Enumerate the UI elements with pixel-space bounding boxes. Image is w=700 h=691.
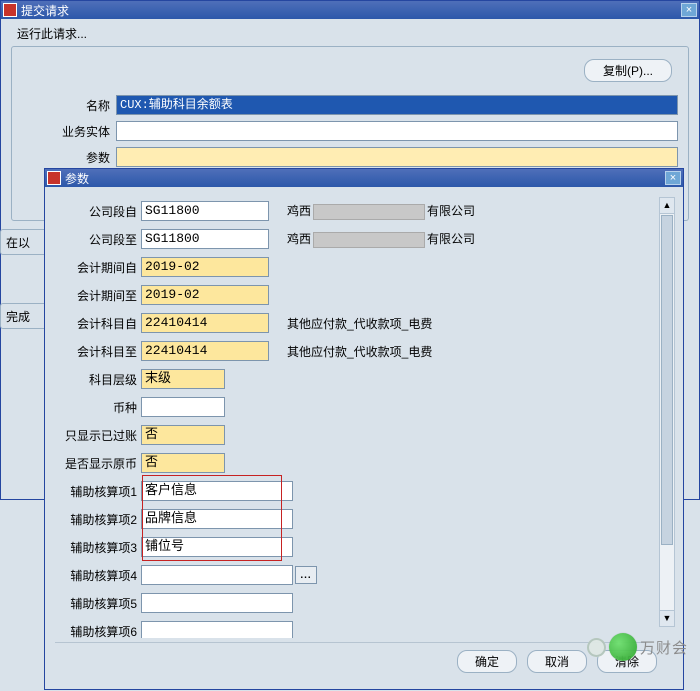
scrollbar-thumb[interactable]	[661, 215, 673, 545]
params-input[interactable]	[116, 147, 678, 167]
comp-from-desc: 鸡西有限公司	[287, 202, 475, 220]
entity-input[interactable]	[116, 121, 678, 141]
origcurr-input[interactable]: 否	[141, 453, 225, 473]
comp-from-input[interactable]: SG11800	[141, 201, 269, 221]
name-input[interactable]: CUX:辅助科目余额表	[116, 95, 678, 115]
ok-button[interactable]: 确定	[457, 650, 517, 673]
aux1-input[interactable]: 客户信息	[141, 481, 293, 501]
close-icon[interactable]: ×	[665, 171, 681, 185]
aux6-input[interactable]	[141, 621, 293, 638]
watermark-icon	[609, 633, 637, 661]
watermark-icon	[587, 638, 606, 657]
scroll-down-icon[interactable]: ▼	[660, 610, 674, 626]
acct-to-desc: 其他应付款_代收款项_电费	[287, 343, 432, 360]
vertical-scrollbar[interactable]: ▲ ▼	[659, 197, 675, 627]
aux5-label: 辅助核算项5	[55, 595, 141, 612]
scroll-up-icon[interactable]: ▲	[660, 198, 674, 214]
comp-from-label: 公司段自	[55, 203, 141, 220]
name-label: 名称	[22, 97, 116, 114]
window-title: 提交请求	[21, 2, 69, 19]
oracle-icon	[47, 171, 61, 185]
side-stub-1: 在以	[0, 229, 45, 255]
entity-label: 业务实体	[22, 123, 116, 140]
acct-from-label: 会计科目自	[55, 315, 141, 332]
posted-input[interactable]: 否	[141, 425, 225, 445]
level-input[interactable]: 末级	[141, 369, 225, 389]
aux5-input[interactable]	[141, 593, 293, 613]
period-from-input[interactable]: 2019-02	[141, 257, 269, 277]
aux2-label: 辅助核算项2	[55, 511, 141, 528]
side-stub-2: 完成	[0, 303, 45, 329]
level-label: 科目层级	[55, 371, 141, 388]
cancel-button[interactable]: 取消	[527, 650, 587, 673]
comp-to-input[interactable]: SG11800	[141, 229, 269, 249]
aux4-label: 辅助核算项4	[55, 567, 141, 584]
aux3-input[interactable]: 铺位号	[141, 537, 293, 557]
posted-label: 只显示已过账	[55, 427, 141, 444]
close-icon[interactable]: ×	[681, 3, 697, 17]
period-to-label: 会计期间至	[55, 287, 141, 304]
period-to-input[interactable]: 2019-02	[141, 285, 269, 305]
aux6-label: 辅助核算项6	[55, 623, 141, 639]
acct-to-label: 会计科目至	[55, 343, 141, 360]
currency-label: 币种	[55, 399, 141, 416]
watermark: 万财会	[587, 633, 688, 661]
params-window-title: 参数	[65, 170, 89, 187]
aux4-input[interactable]	[141, 565, 293, 585]
aux4-lov-button[interactable]: ...	[295, 566, 317, 584]
watermark-text: 万财会	[640, 637, 688, 658]
currency-input[interactable]	[141, 397, 225, 417]
copy-button[interactable]: 复制(P)...	[584, 59, 672, 82]
acct-from-desc: 其他应付款_代收款项_电费	[287, 315, 432, 332]
origcurr-label: 是否显示原币	[55, 455, 141, 472]
params-window: 参数 × 公司段自 SG11800 鸡西有限公司 公司段至 SG11800 鸡西…	[44, 168, 684, 690]
run-request-label: 运行此请求...	[17, 25, 689, 42]
aux3-label: 辅助核算项3	[55, 539, 141, 556]
comp-to-label: 公司段至	[55, 231, 141, 248]
comp-to-desc: 鸡西有限公司	[287, 230, 475, 248]
submit-request-titlebar[interactable]: 提交请求 ×	[1, 1, 699, 19]
aux1-label: 辅助核算项1	[55, 483, 141, 500]
aux2-input[interactable]: 品牌信息	[141, 509, 293, 529]
acct-to-input[interactable]: 22410414	[141, 341, 269, 361]
params-label: 参数	[22, 149, 116, 166]
params-titlebar[interactable]: 参数 ×	[45, 169, 683, 187]
period-from-label: 会计期间自	[55, 259, 141, 276]
acct-from-input[interactable]: 22410414	[141, 313, 269, 333]
oracle-icon	[3, 3, 17, 17]
